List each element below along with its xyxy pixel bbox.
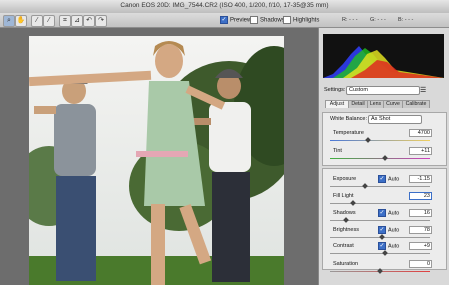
brightness-slider[interactable] [330,234,430,240]
highlights-label: Highlights [293,17,320,24]
shadows-checkbox[interactable]: Shadows [250,16,285,25]
contrast-auto-checkbox[interactable]: ✓ Auto [378,242,399,250]
temperature-slider[interactable] [330,137,430,143]
checkmark-icon: ✓ [378,209,386,217]
temperature-field[interactable]: 4700 [409,129,432,137]
saturation-label: Saturation [333,261,359,267]
exposure-auto-checkbox[interactable]: ✓ Auto [378,175,399,183]
settings-dropdown[interactable]: Custom [346,86,420,95]
histogram [323,34,444,78]
checkmark-icon: ✓ [220,16,228,24]
contrast-slider[interactable] [330,250,430,256]
shadows-field[interactable]: 16 [409,209,432,217]
r-readout: R: - - - [342,17,358,23]
brightness-auto-checkbox[interactable]: ✓ Auto [378,226,399,234]
tab-detail[interactable]: Detail [348,100,368,108]
settings-label: Settings: [324,87,346,93]
tab-curve[interactable]: Curve [383,100,403,108]
checkmark-icon: ✓ [378,226,386,234]
exposure-label: Exposure [333,176,357,182]
photo-illustration [29,36,284,285]
b-readout: B: - - - [398,17,414,23]
tab-calibrate[interactable]: Calibrate [402,100,430,108]
tint-field[interactable]: +11 [409,147,432,155]
crop-tool-icon[interactable]: ⌗ [59,15,71,27]
g-readout: G: - - - [370,17,386,23]
shadows-auto-checkbox[interactable]: ✓ Auto [378,209,399,217]
brightness-label: Brightness [333,227,359,233]
rotate-left-icon[interactable]: ↶ [83,15,95,27]
auto-label: Auto [388,227,400,234]
fill-light-slider[interactable] [330,200,430,206]
shadows-label: Shadows [333,210,356,216]
auto-label: Auto [388,243,400,250]
exposure-slider[interactable] [330,183,430,189]
title-bar: Canon EOS 20D: IMG_7544.CR2 (ISO 400, 1/… [0,0,449,14]
fill-light-label: Fill Light [333,193,354,199]
exposure-field[interactable]: -1.15 [409,175,432,183]
rotate-right-icon[interactable]: ↷ [95,15,107,27]
straighten-tool-icon[interactable]: ⊿ [71,15,83,27]
shadows-label: Shadows [260,17,285,24]
contrast-field[interactable]: +9 [409,242,432,250]
color-sampler-tool-icon[interactable]: ⁄ [43,15,55,27]
window-title: Canon EOS 20D: IMG_7544.CR2 (ISO 400, 1/… [120,2,329,9]
zoom-tool-icon[interactable]: ⌕ [3,15,15,27]
tint-label: Tint [333,148,342,154]
tab-lens[interactable]: Lens [367,100,384,108]
saturation-slider[interactable] [330,268,430,274]
brightness-field[interactable]: 78 [409,226,432,234]
checkmark-icon: ✓ [378,242,386,250]
histogram-plot [323,46,444,78]
shadows-slider[interactable] [330,217,430,223]
preview-image[interactable] [29,36,284,285]
fill-light-field[interactable]: 23 [409,192,432,200]
saturation-field[interactable]: 0 [409,260,432,268]
tint-slider[interactable] [330,155,430,161]
contrast-label: Contrast [333,243,354,249]
checkmark-icon: ✓ [378,175,386,183]
preview-label: Preview [230,17,252,24]
auto-label: Auto [388,176,400,183]
auto-label: Auto [388,210,400,217]
temperature-label: Temperature [333,130,364,136]
checkbox-icon [283,16,291,24]
white-balance-tool-icon[interactable]: ⁄ [31,15,43,27]
tab-adjust[interactable]: Adjust [325,100,349,108]
preview-checkbox[interactable]: ✓ Preview [220,16,251,25]
white-balance-label: White Balance: [330,116,367,122]
toolbar: ⌕ ✋ ⁄ ⁄ ⌗ ⊿ ↶ ↷ ✓ Preview Shadows Highlig… [0,13,449,28]
settings-menu-icon[interactable]: ☰ [420,86,426,94]
highlights-checkbox[interactable]: Highlights [283,16,319,25]
white-balance-dropdown[interactable]: As Shot [368,115,422,124]
hand-tool-icon[interactable]: ✋ [15,15,27,27]
checkbox-icon [250,16,258,24]
